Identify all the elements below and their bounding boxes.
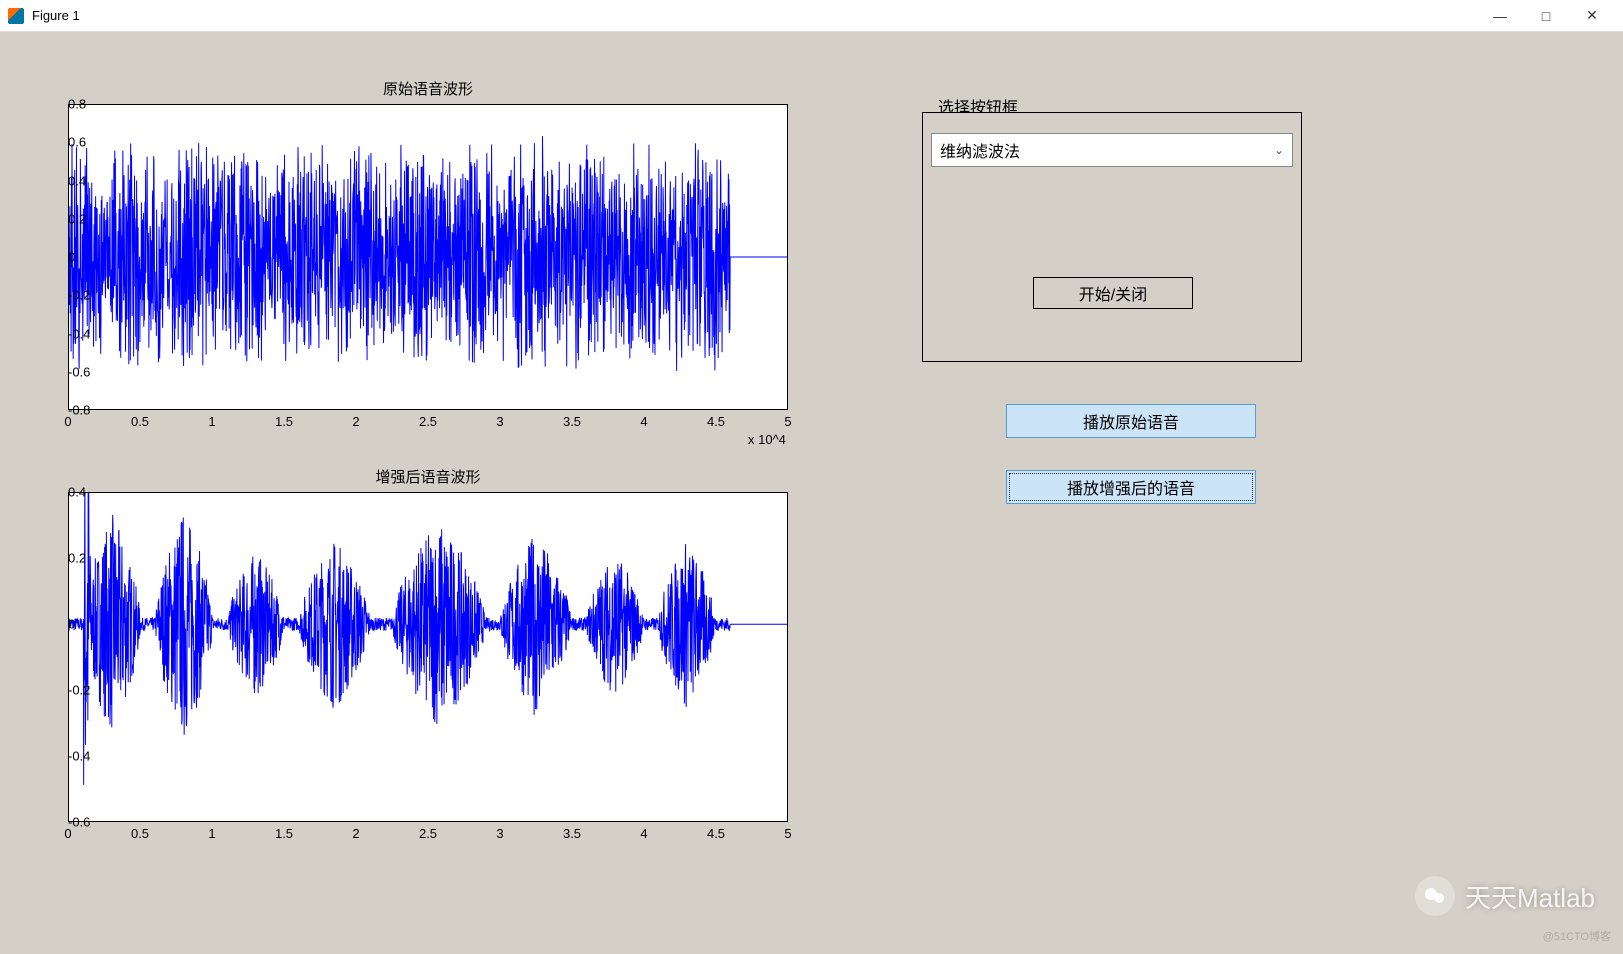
y-tick-label: -0.2 — [68, 288, 74, 303]
x-tick-label: 2 — [352, 410, 359, 429]
maximize-button[interactable]: □ — [1523, 0, 1569, 32]
y-tick-label: 0.2 — [68, 211, 74, 226]
play-enhanced-label: 播放增强后的语音 — [1067, 475, 1195, 499]
y-tick-label: 0.2 — [68, 551, 74, 566]
x-tick-label: 2.5 — [419, 822, 437, 841]
window-title: Figure 1 — [32, 8, 1477, 23]
titlebar: Figure 1 — □ ✕ — [0, 0, 1623, 32]
x-tick-label: 2 — [352, 822, 359, 841]
toggle-button[interactable]: 开始/关闭 — [1033, 277, 1193, 309]
play-original-button[interactable]: 播放原始语音 — [1006, 404, 1256, 438]
toggle-button-label: 开始/关闭 — [1079, 281, 1147, 305]
x-tick-label: 2.5 — [419, 410, 437, 429]
x-tick-label: 0 — [64, 822, 71, 841]
dropdown-selected-label: 维纳滤波法 — [940, 138, 1274, 162]
y-tick-label: 0.4 — [68, 173, 74, 188]
y-tick-label: 0 — [68, 250, 74, 265]
y-tick-label: -0.2 — [68, 683, 74, 698]
y-tick-label: -0.4 — [68, 749, 74, 764]
play-original-label: 播放原始语音 — [1083, 409, 1179, 433]
axes1-title: 原始语音波形 — [371, 76, 485, 101]
control-panel: 维纳滤波法 ⌄ 开始/关闭 — [922, 112, 1302, 362]
figure-canvas: 原始语音波形 x 10^4 增强后语音波形 选择按钮框 维纳滤波法 ⌄ 开始/关… — [0, 32, 1623, 954]
watermark-corner: @51CTO博客 — [1543, 928, 1611, 944]
watermark-text: 天天Matlab — [1465, 878, 1595, 915]
minimize-button[interactable]: — — [1477, 0, 1523, 32]
axes2-title: 增强后语音波形 — [363, 464, 492, 489]
x-tick-label: 1 — [208, 822, 215, 841]
y-tick-label: 0.6 — [68, 135, 74, 150]
x-tick-label: 0.5 — [131, 822, 149, 841]
wechat-icon — [1415, 876, 1455, 916]
window-controls: — □ ✕ — [1477, 0, 1615, 32]
x-tick-label: 3.5 — [563, 410, 581, 429]
play-enhanced-button[interactable]: 播放增强后的语音 — [1006, 470, 1256, 504]
x-tick-label: 4.5 — [707, 822, 725, 841]
x-tick-label: 5 — [784, 822, 791, 841]
x-tick-label: 4.5 — [707, 410, 725, 429]
y-tick-label: 0.8 — [68, 97, 74, 112]
method-dropdown[interactable]: 维纳滤波法 ⌄ — [931, 133, 1293, 167]
close-button[interactable]: ✕ — [1569, 0, 1615, 32]
matlab-figure-icon — [8, 8, 24, 24]
chevron-down-icon: ⌄ — [1274, 143, 1284, 157]
x-tick-label: 0 — [64, 410, 71, 429]
waveform-original — [69, 105, 787, 409]
x-tick-label: 3.5 — [563, 822, 581, 841]
watermark-logo: 天天Matlab — [1415, 876, 1595, 916]
axes-original-waveform — [68, 104, 788, 410]
x-tick-label: 4 — [640, 410, 647, 429]
y-tick-label: -0.6 — [68, 364, 74, 379]
axes-enhanced-waveform — [68, 492, 788, 822]
x-tick-label: 5 — [784, 410, 791, 429]
y-tick-label: -0.4 — [68, 326, 74, 341]
y-tick-label: 0.4 — [68, 485, 74, 500]
x-tick-label: 3 — [496, 822, 503, 841]
y-tick-label: 0 — [68, 617, 74, 632]
x-tick-label: 0.5 — [131, 410, 149, 429]
x-tick-label: 4 — [640, 822, 647, 841]
x-tick-label: 1.5 — [275, 410, 293, 429]
x-tick-label: 1.5 — [275, 822, 293, 841]
x-tick-label: 3 — [496, 410, 503, 429]
x-tick-label: 1 — [208, 410, 215, 429]
waveform-enhanced — [69, 493, 787, 821]
